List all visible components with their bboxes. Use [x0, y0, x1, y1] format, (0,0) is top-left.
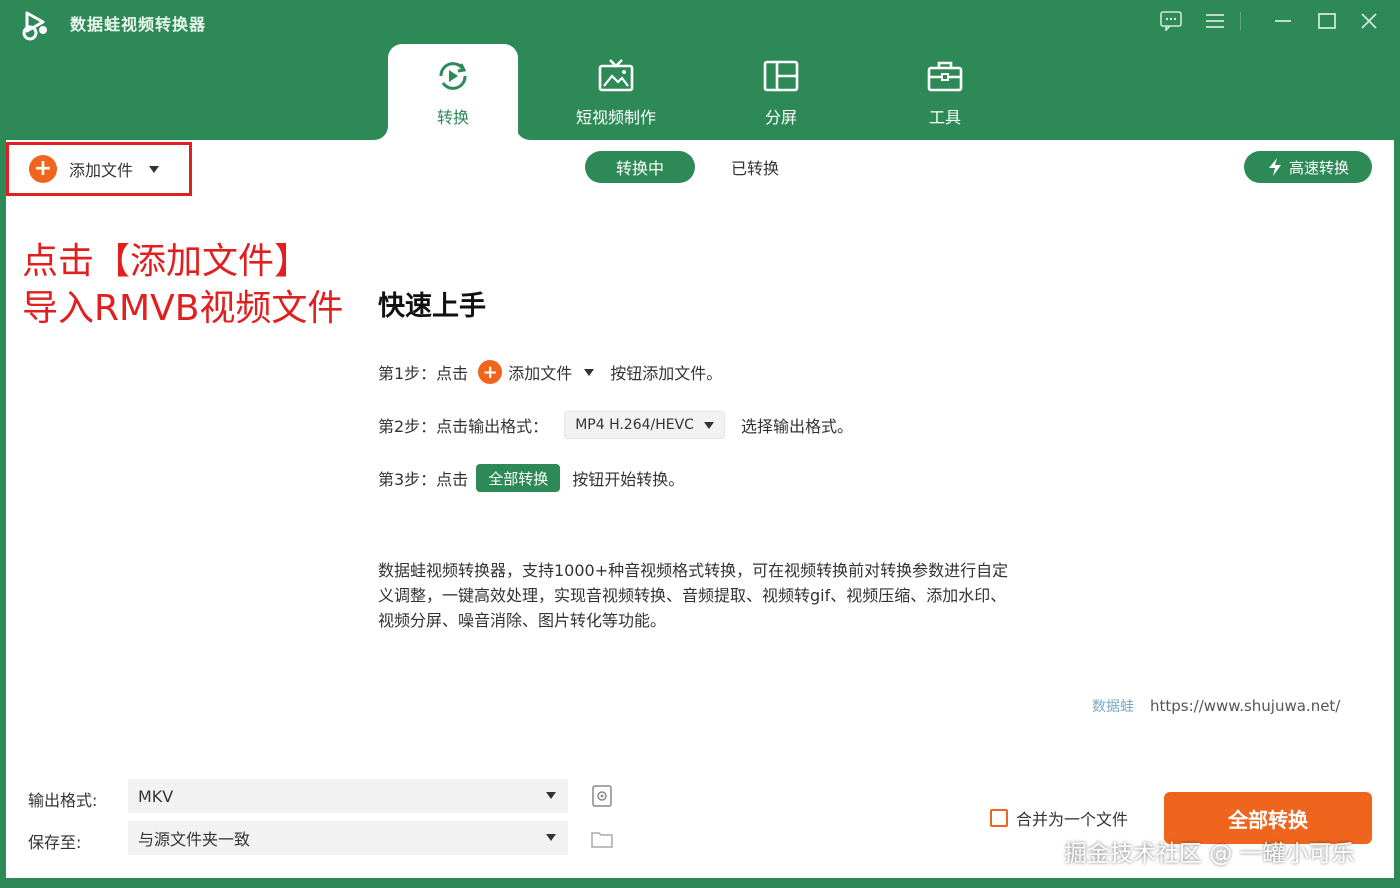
save-to-select[interactable]: 与源文件夹一致	[128, 821, 568, 855]
feedback-icon[interactable]	[1158, 10, 1184, 32]
format-settings-icon[interactable]	[590, 784, 614, 808]
tab-convert[interactable]: 转换	[388, 44, 518, 140]
convert-icon	[433, 56, 473, 96]
chevron-down-icon	[546, 834, 556, 841]
brand-url: https://www.shujuwa.net/	[1150, 697, 1341, 715]
tab-label: 转换	[436, 108, 469, 127]
tab-converting[interactable]: 转换中	[585, 151, 695, 183]
step-text: 第2步：点击输出格式：	[378, 417, 549, 436]
add-file-button[interactable]: + 添加文件	[6, 142, 192, 196]
step-button-text: 添加文件	[508, 364, 573, 383]
app-title: 数据蛙视频转换器	[70, 15, 207, 34]
menu-icon[interactable]	[1202, 10, 1228, 32]
minimize-icon[interactable]	[1270, 10, 1296, 32]
brand-link[interactable]: 数据蛙 https://www.shujuwa.net/	[1092, 696, 1340, 716]
close-icon[interactable]	[1356, 10, 1382, 32]
step-text: 第1步：点击	[378, 364, 469, 383]
plus-icon: +	[29, 155, 57, 183]
tab-split-screen[interactable]: 分屏	[716, 44, 846, 140]
step-text: 选择输出格式。	[740, 417, 853, 436]
chevron-down-icon	[703, 421, 714, 429]
split-screen-icon	[761, 56, 801, 96]
tab-label: 短视频制作	[575, 108, 656, 127]
tab-label: 分屏	[764, 108, 797, 127]
format-select-sample: MP4 H.264/HEVC	[564, 411, 725, 439]
checkbox-icon	[990, 809, 1008, 827]
tab-corner	[516, 126, 530, 140]
add-file-label: 添加文件	[69, 161, 134, 180]
maximize-icon[interactable]	[1314, 10, 1340, 32]
step-3: 第3步：点击 全部转换 按钮开始转换。	[378, 464, 684, 492]
output-format-label: 输出格式:	[28, 791, 98, 810]
lightning-icon	[1268, 158, 1281, 176]
chevron-down-icon	[584, 368, 595, 376]
brand-mark: 数据蛙	[1092, 699, 1134, 715]
step-2: 第2步：点击输出格式： MP4 H.264/HEVC 选择输出格式。	[378, 411, 853, 439]
format-select-text: MP4 H.264/HEVC	[575, 417, 694, 433]
step-text: 按钮开始转换。	[572, 470, 685, 489]
chevron-down-icon	[546, 792, 556, 799]
folder-icon[interactable]	[590, 827, 614, 851]
high-speed-convert-button[interactable]: 高速转换	[1244, 151, 1372, 183]
watermark: 掘金技术社区 @ 一罐小可乐	[1064, 841, 1355, 867]
save-to-label: 保存至:	[28, 833, 82, 852]
convert-all-sample: 全部转换	[476, 464, 561, 492]
step-text: 第3步：点击	[378, 470, 469, 489]
toolbox-icon	[925, 56, 965, 96]
title-bar: 数据蛙视频转换器	[0, 0, 1400, 41]
tab-short-video[interactable]: 短视频制作	[551, 44, 681, 140]
step-text: 按钮添加文件。	[610, 364, 723, 383]
save-to-value: 与源文件夹一致	[138, 830, 251, 849]
merge-checkbox[interactable]: 合并为一个文件	[990, 806, 1128, 830]
plus-icon: +	[478, 360, 503, 384]
annotation-line: 导入RMVB视频文件	[22, 288, 344, 329]
app-logo-icon	[22, 11, 47, 41]
quickstart-title: 快速上手	[378, 291, 486, 322]
annotation-line: 点击【添加文件】	[22, 241, 311, 282]
step-1: 第1步：点击 + 添加文件 按钮添加文件。	[378, 360, 722, 384]
output-format-value: MKV	[138, 786, 174, 806]
tab-converted[interactable]: 已转换	[710, 151, 800, 183]
chevron-down-icon	[149, 165, 160, 173]
tab-tools[interactable]: 工具	[880, 44, 1010, 140]
merge-label: 合并为一个文件	[1016, 810, 1129, 829]
high-speed-label: 高速转换	[1288, 158, 1349, 177]
title-separator	[1240, 12, 1241, 30]
tab-corner	[374, 126, 388, 140]
tv-icon	[596, 56, 636, 96]
tab-label: 工具	[928, 108, 961, 127]
app-description: 数据蛙视频转换器，支持1000+种音视频格式转换，可在视频转换前对转换参数进行自…	[378, 561, 1009, 630]
output-format-select[interactable]: MKV	[128, 779, 568, 813]
